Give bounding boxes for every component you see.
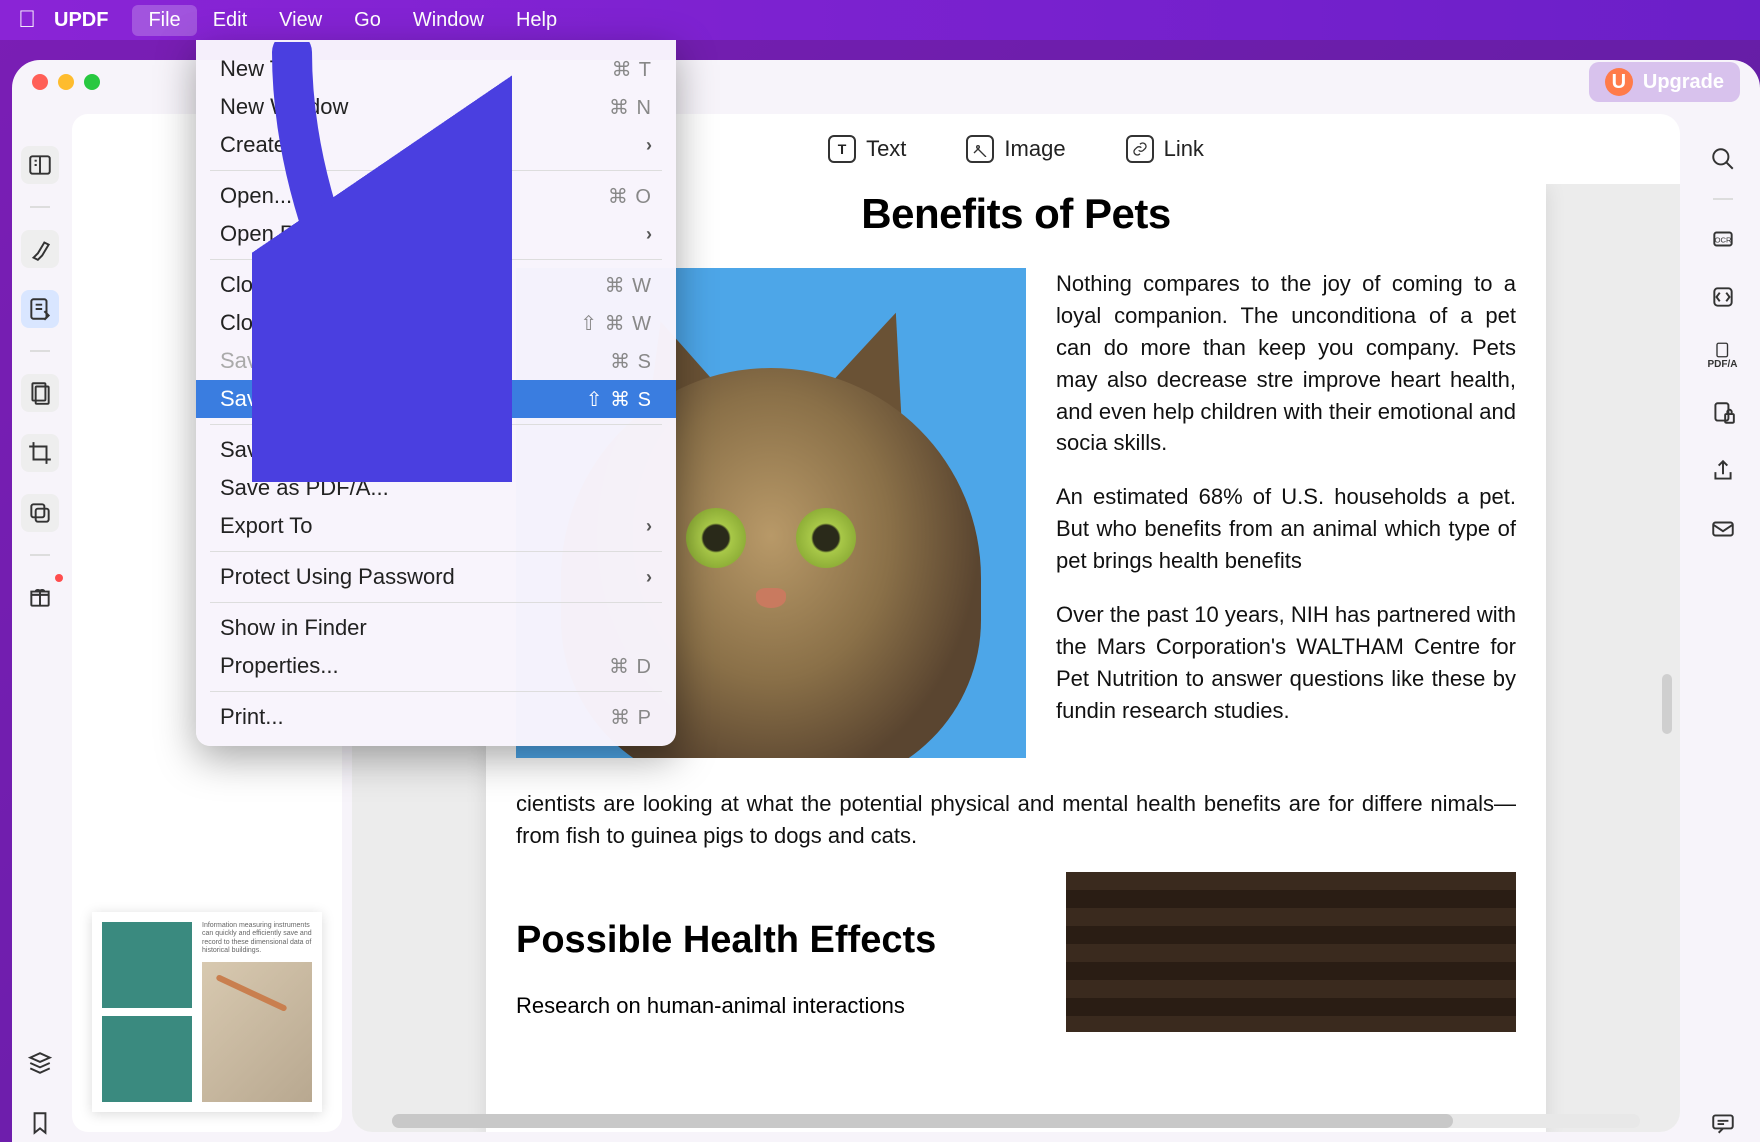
close-window-button[interactable] — [32, 74, 48, 90]
doc-para4: cientists are looking at what the potent… — [516, 788, 1516, 852]
menu-properties[interactable]: Properties...⌘ D — [196, 647, 676, 685]
doc-paragraphs: Nothing compares to the joy of coming to… — [1056, 268, 1516, 758]
menu-view[interactable]: View — [263, 5, 338, 36]
right-tool-rail: OCR PDF/A — [1690, 104, 1760, 1142]
convert-icon[interactable] — [1704, 278, 1742, 316]
menu-save-pdfa[interactable]: Save as PDF/A... — [196, 469, 676, 507]
mail-icon[interactable] — [1704, 510, 1742, 548]
text-icon: T — [828, 135, 856, 163]
upgrade-badge-icon: U — [1605, 68, 1633, 96]
menu-new-tab[interactable]: New Tab⌘ T — [196, 50, 676, 88]
crop-tool-icon[interactable] — [21, 434, 59, 472]
menu-save: Save...⌘ S — [196, 342, 676, 380]
menu-window[interactable]: Window — [397, 5, 500, 36]
svg-text:OCR: OCR — [1714, 235, 1731, 244]
horizontal-scrollbar[interactable] — [392, 1114, 1640, 1128]
menu-new-window[interactable]: New Window⌘ N — [196, 88, 676, 126]
menu-go[interactable]: Go — [338, 5, 397, 36]
apple-logo-icon[interactable]:  — [18, 6, 36, 34]
file-menu-dropdown: New Tab⌘ T New Window⌘ N Create› Open...… — [196, 40, 676, 746]
menu-open-recent[interactable]: Open Recent› — [196, 215, 676, 253]
menu-save-flatten[interactable]: Save as Flatten... — [196, 431, 676, 469]
share-icon[interactable] — [1704, 452, 1742, 490]
link-icon — [1126, 135, 1154, 163]
menu-close-window[interactable]: Close Window⇧ ⌘ W — [196, 304, 676, 342]
left-tool-rail — [12, 104, 62, 1142]
menu-protect-password[interactable]: Protect Using Password› — [196, 558, 676, 596]
pages-tool-icon[interactable] — [21, 374, 59, 412]
text-tool-button[interactable]: TText — [828, 135, 906, 163]
edit-tool-icon[interactable] — [21, 290, 59, 328]
upgrade-label: Upgrade — [1643, 71, 1724, 94]
minimize-window-button[interactable] — [58, 74, 74, 90]
doc-h2: Possible Health Effects — [516, 912, 1036, 969]
system-menubar:  UPDF File Edit View Go Window Help — [0, 0, 1760, 40]
menu-print[interactable]: Print...⌘ P — [196, 698, 676, 736]
menu-save-as[interactable]: Save As...⇧ ⌘ S — [196, 380, 676, 418]
lock-icon[interactable] — [1704, 394, 1742, 432]
ocr-icon[interactable]: OCR — [1704, 220, 1742, 258]
menu-open[interactable]: Open...⌘ O — [196, 177, 676, 215]
search-icon[interactable] — [1704, 140, 1742, 178]
pdfa-icon[interactable]: PDF/A — [1704, 336, 1742, 374]
image-tool-button[interactable]: Image — [966, 135, 1065, 163]
menu-show-finder[interactable]: Show in Finder — [196, 609, 676, 647]
menu-close-tab[interactable]: Close Tab⌘ W — [196, 266, 676, 304]
gift-tool-icon[interactable] — [21, 578, 59, 616]
traffic-lights — [32, 74, 100, 90]
highlight-tool-icon[interactable] — [21, 230, 59, 268]
vertical-scrollbar-thumb[interactable] — [1662, 674, 1672, 734]
wood-image — [1066, 872, 1516, 1032]
link-tool-button[interactable]: Link — [1126, 135, 1204, 163]
doc-para5: Research on human-animal interactions — [516, 989, 1036, 1022]
menu-help[interactable]: Help — [500, 5, 573, 36]
bookmark-tool-icon[interactable] — [21, 1104, 59, 1142]
comment-icon[interactable] — [1704, 1104, 1742, 1142]
menu-edit[interactable]: Edit — [197, 5, 263, 36]
menu-file[interactable]: File — [132, 5, 196, 36]
reader-tool-icon[interactable] — [21, 146, 59, 184]
image-icon — [966, 135, 994, 163]
menu-create[interactable]: Create› — [196, 126, 676, 164]
maximize-window-button[interactable] — [84, 74, 100, 90]
layers-tool-icon[interactable] — [21, 494, 59, 532]
app-name[interactable]: UPDF — [54, 9, 108, 32]
page-thumbnail[interactable]: Information measuring instruments can qu… — [92, 912, 322, 1112]
menu-export-to[interactable]: Export To› — [196, 507, 676, 545]
upgrade-button[interactable]: U Upgrade — [1589, 62, 1740, 102]
stack-tool-icon[interactable] — [21, 1044, 59, 1082]
